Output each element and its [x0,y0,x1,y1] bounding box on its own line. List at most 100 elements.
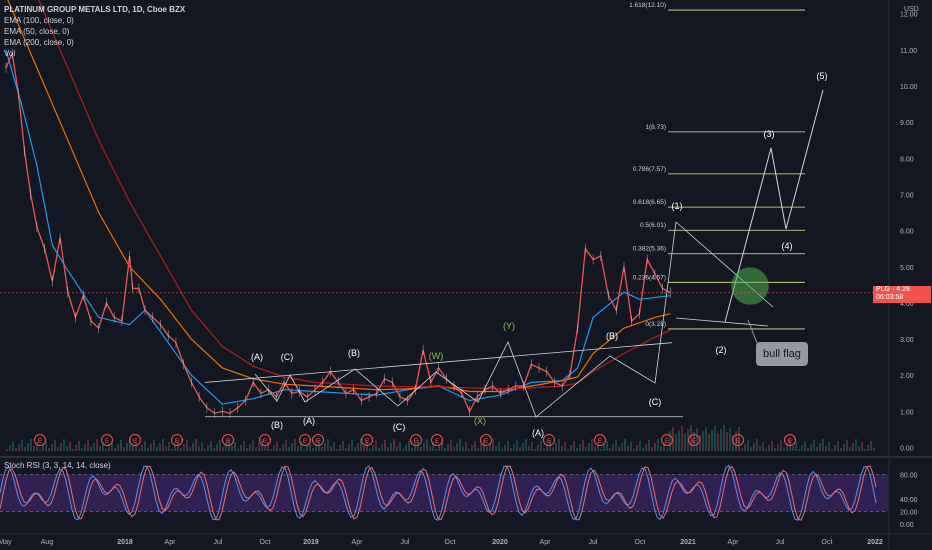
time-tick-label: 2022 [867,539,883,546]
fib-level-label: 0.236(4.57) [633,274,666,281]
volume-bar [480,444,482,451]
price-tick-label: 8.00 [900,156,914,163]
volume-bar [453,447,455,451]
earnings-marker-label: E [692,438,697,445]
chart-canvas[interactable]: 0.001.002.003.004.005.006.007.008.009.00… [0,0,932,550]
volume-bar [201,442,203,451]
wave-label: (B) [606,331,618,341]
volume-bar [822,439,824,451]
chart-legend: PLATINUM GROUP METALS LTD, 1D, Cboe BZX … [4,4,185,59]
volume-bar [516,440,518,451]
volume-bar [444,448,446,451]
volume-bar [156,447,158,451]
volume-bar [420,447,422,451]
volume-bar [855,439,857,451]
volume-bar [393,439,395,451]
volume-bar [255,447,257,451]
volume-bar [831,449,833,451]
volume-bar [579,444,581,451]
volume-bar [192,443,194,451]
volume-bar [84,444,86,451]
volume-bar [852,443,854,451]
volume-bar [621,443,623,451]
legend-ema100[interactable]: EMA (100, close, 0) [4,15,185,26]
volume-bar [72,449,74,451]
volume-bar [711,430,713,451]
price-tick-label: 0.00 [900,446,914,453]
volume-bar [447,444,449,451]
earnings-marker-label: E [175,438,180,445]
volume-bar [612,444,614,451]
volume-bar [807,448,809,451]
wave-label: (B) [271,420,283,430]
volume-bar [384,440,386,451]
earnings-marker-label: E [263,438,268,445]
volume-bar [327,439,329,451]
time-tick-label: 2021 [680,539,696,546]
volume-bar [210,441,212,451]
volume-bar [633,449,635,451]
volume-bar [564,442,566,451]
fib-level-label: 0.5(6.01) [640,222,666,229]
volume-bar [294,439,296,451]
volume-bar [729,428,731,451]
volume-bar [681,426,683,451]
price-tick-label: 10.00 [900,84,918,91]
legend-vol[interactable]: Vol [4,48,185,59]
price-tick-label: 3.00 [900,337,914,344]
volume-bar [741,448,743,451]
volume-bar [825,446,827,451]
legend-ema200[interactable]: EMA (200, close, 0) [4,37,185,48]
volume-bar [774,448,776,451]
volume-bar [75,445,77,451]
wave-label: (3) [764,129,775,139]
volume-bar [354,447,356,451]
volume-bar [780,440,782,451]
volume-bar [759,446,761,451]
time-tick-label: Jul [214,539,223,546]
volume-bar [510,448,512,451]
volume-bar [27,443,29,451]
time-tick-label: Aug [41,539,54,546]
time-tick-label: Oct [822,539,833,546]
volume-bar [249,444,251,451]
volume-bar [123,447,125,451]
volume-bar [708,434,710,451]
earnings-marker-label: E [547,438,552,445]
volume-bar [270,449,272,451]
volume-bar [873,448,875,451]
volume-bar [87,440,89,451]
time-tick-label: Apr [728,539,740,546]
volume-bar [324,443,326,451]
volume-bar [117,444,119,451]
wave-label: (A) [532,428,544,438]
volume-bar [39,449,41,451]
volume-bar [522,443,524,451]
volume-bar [159,443,161,451]
legend-ema50[interactable]: EMA (50, close, 0) [4,26,185,37]
bull-flag-callout[interactable]: bull flag [756,342,808,366]
volume-bar [603,445,605,451]
volume-bar [234,442,236,451]
volume-bar [843,444,845,451]
wave-label: (A) [251,352,263,362]
volume-bar [723,425,725,451]
volume-bar [168,442,170,451]
volume-bar [474,441,476,451]
volume-bar [189,447,191,451]
volume-bar [570,445,572,451]
stoch-rsi-legend[interactable]: Stoch RSI (3, 3, 14, 14, close) [4,461,111,470]
time-tick-label: Oct [635,539,646,546]
time-tick-label: Oct [260,539,271,546]
volume-bar [702,431,704,451]
earnings-marker-label: E [484,438,489,445]
volume-bar [642,448,644,451]
volume-bar [435,449,437,451]
volume-bar [297,446,299,451]
volume-bar [531,442,533,451]
volume-bar [120,440,122,451]
volume-bar [864,449,866,451]
volume-bar [132,446,134,451]
volume-bar [282,444,284,451]
volume-bar [426,439,428,451]
